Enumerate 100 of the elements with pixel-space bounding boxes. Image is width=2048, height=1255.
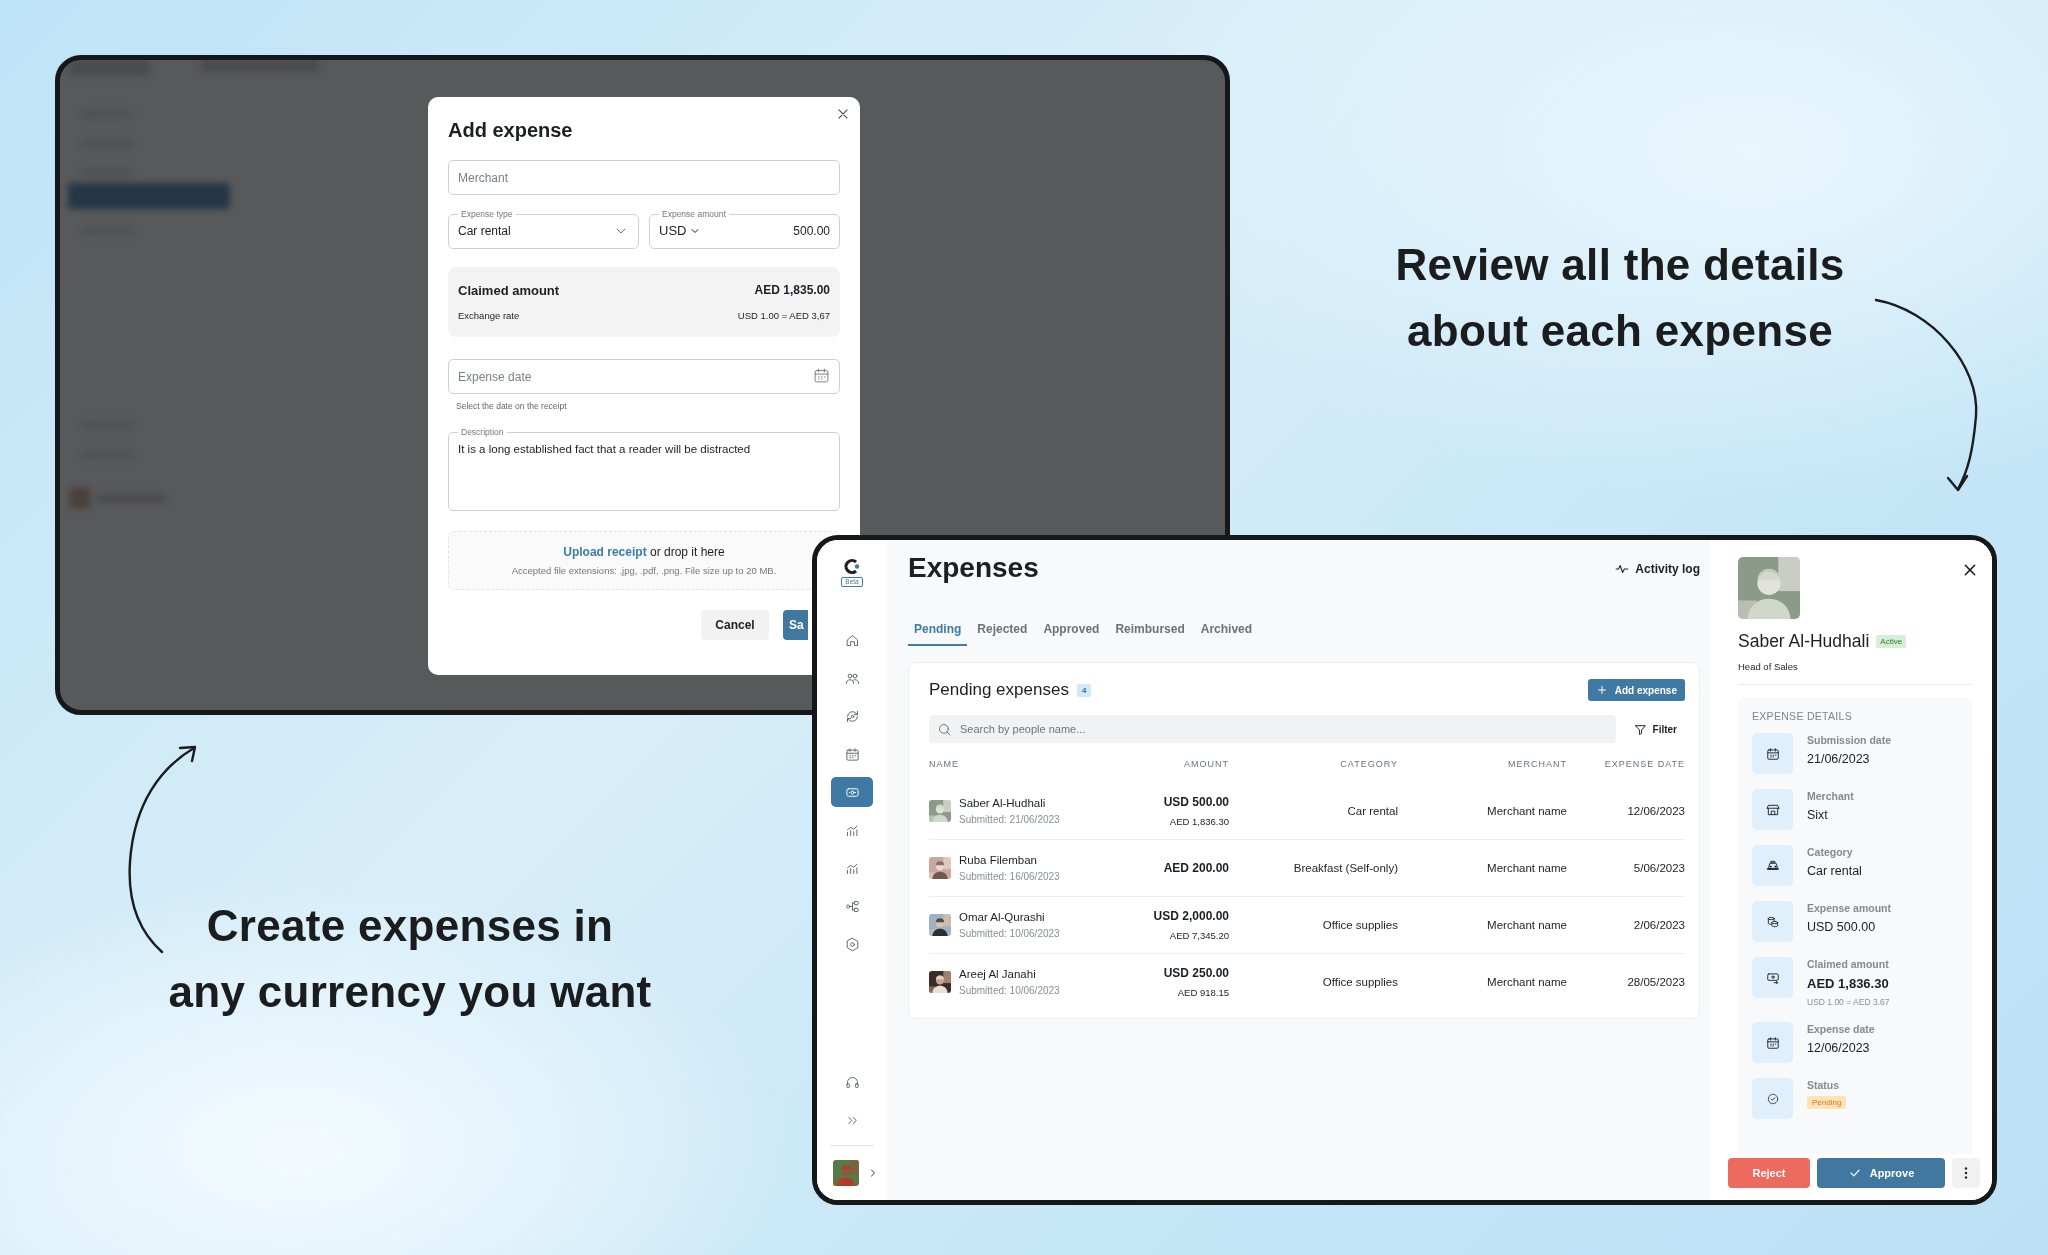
more-icon	[1964, 1167, 1968, 1179]
claimed-amount-label: Claimed amount	[458, 283, 561, 298]
save-button[interactable]: Sa	[783, 610, 808, 640]
status-badge: Pending	[1807, 1096, 1847, 1109]
tab[interactable]: Archived	[1194, 616, 1259, 646]
detail-value: 21/06/2023	[1807, 752, 1871, 766]
amount: AED 200.00	[1163, 861, 1229, 875]
submitted-date: Submitted: 10/06/2023	[959, 928, 1060, 939]
home-icon	[844, 632, 860, 648]
dialog-title: Add expense	[448, 119, 574, 142]
page-title: Expenses	[908, 552, 1039, 584]
person-name: Areej Al Janahi	[959, 968, 1037, 980]
amount: USD 500.00	[1163, 795, 1229, 809]
detail-label: Status	[1807, 1079, 1841, 1091]
exchange-rate: USD 1.00 = AED 3.67	[1807, 997, 1890, 1007]
close-icon	[836, 107, 850, 121]
upload-area[interactable]: Upload receipt or drop it here Accepted file extensions: .jpg, .pdf, .png. File size up to 20 MB.	[448, 531, 840, 590]
calendar-icon	[813, 366, 830, 384]
search-field[interactable]: Search by people name...	[929, 715, 1616, 743]
exchange-rate-value: USD 1.00 = AED 3,67	[737, 310, 830, 321]
table-cell: 28/05/2023	[1627, 976, 1685, 988]
cancel-button[interactable]: Cancel	[701, 610, 769, 640]
close-button[interactable]	[836, 107, 850, 121]
calendar-icon	[1765, 746, 1780, 761]
person-name: Saber Al-Hudhali	[1738, 631, 1870, 652]
detail-value: USD 500.00	[1807, 920, 1877, 934]
detail-value: AED 1,836.30	[1807, 976, 1890, 991]
add-expense-button[interactable]: Add expense	[1587, 679, 1685, 701]
search-icon	[937, 721, 952, 737]
claimed-amount-value: AED 1,835.00	[753, 283, 830, 298]
car-icon	[1765, 858, 1780, 873]
table-cell: Merchant name	[1487, 862, 1567, 874]
activity-log-button[interactable]: Activity log	[1615, 562, 1700, 576]
headline: Review all the details about each expense	[1394, 239, 1846, 357]
more-button[interactable]	[1952, 1158, 1980, 1188]
table-cell: Office supplies	[1322, 919, 1398, 931]
detail-value: Sixt	[1807, 808, 1829, 822]
upload-note: Accepted file extensions: .jpg, .pdf, .png. File size up to 20 MB.	[510, 565, 778, 576]
count-badge: 4	[1076, 683, 1092, 697]
table-cell: Merchant name	[1487, 976, 1567, 988]
tab[interactable]: Rejected	[971, 616, 1034, 646]
detail-value: 12/06/2023	[1807, 1041, 1871, 1055]
column-header: AMOUNT	[1183, 758, 1229, 771]
merchant-field[interactable]: Merchant	[448, 160, 840, 195]
person-name: Omar Al-Qurashi	[959, 911, 1046, 923]
close-button[interactable]	[1962, 562, 1978, 578]
pulse-icon	[1615, 562, 1630, 576]
exchange-rate-label: Exchange rate	[458, 310, 521, 321]
nav-item[interactable]	[831, 777, 873, 807]
detail-value: Car rental	[1807, 864, 1862, 878]
calendar-icon	[1765, 1035, 1780, 1050]
store-icon	[1765, 802, 1780, 817]
status-icon	[1765, 1091, 1780, 1106]
settings-icon	[844, 936, 860, 952]
column-header: MERCHANT	[1507, 758, 1567, 771]
person-name: Ruba Filemban	[959, 854, 1038, 866]
approve-button[interactable]: Approve	[1817, 1158, 1945, 1188]
person-name: Saber Al-Hudhali	[959, 797, 1047, 809]
submitted-date: Submitted: 21/06/2023	[959, 814, 1060, 825]
close-icon	[1962, 562, 1978, 578]
detail-label: Expense date	[1807, 1023, 1875, 1035]
converted-amount: AED 1,836.30	[1169, 816, 1229, 827]
filter-button[interactable]: Filter	[1633, 722, 1685, 736]
column-header: EXPENSE DATE	[1603, 758, 1685, 771]
calendar-icon	[844, 746, 860, 762]
table-cell: Breakfast (Self-only)	[1293, 862, 1398, 874]
table-cell: 2/06/2023	[1633, 919, 1685, 931]
expense-amount-field[interactable]: Expense amount USD 500.00	[649, 209, 840, 249]
card-title: Pending expenses	[929, 680, 1069, 700]
detail-label: Category	[1807, 846, 1854, 858]
tab[interactable]: Pending	[908, 616, 968, 646]
logo-icon	[843, 558, 861, 575]
column-header: CATEGORY	[1339, 758, 1398, 771]
detail-label: Claimed amount	[1807, 958, 1890, 970]
headset-icon	[844, 1074, 860, 1090]
converted-amount: AED 7,345.20	[1169, 930, 1229, 941]
table-cell: Car rental	[1347, 805, 1398, 817]
section-heading: EXPENSE DETAILS	[1752, 710, 1853, 722]
table-cell: Merchant name	[1487, 805, 1567, 817]
upload-link[interactable]: Upload receipt	[563, 545, 647, 559]
tab[interactable]: Approved	[1037, 616, 1106, 646]
submitted-date: Submitted: 16/06/2023	[959, 871, 1060, 882]
table-cell: Office supplies	[1322, 976, 1398, 988]
table-cell: 12/06/2023	[1627, 805, 1685, 817]
hierarchy-icon	[844, 898, 860, 914]
filter-icon	[1633, 722, 1647, 736]
detail-label: Expense amount	[1807, 902, 1892, 914]
submitted-date: Submitted: 10/06/2023	[959, 985, 1060, 996]
tab[interactable]: Reimbursed	[1109, 616, 1191, 646]
reject-button[interactable]: Reject	[1728, 1158, 1810, 1188]
converted-amount: AED 918.15	[1177, 987, 1229, 998]
amount: USD 2,000.00	[1153, 909, 1229, 923]
job-title: Head of Sales	[1738, 661, 1799, 672]
expense-date-field[interactable]: Expense date	[448, 359, 840, 394]
description-field[interactable]: Description It is a long established fact that a reader will be distracted	[448, 427, 840, 511]
plus-icon	[1595, 684, 1608, 696]
expense-type-select[interactable]: Expense type Car rental	[448, 209, 639, 249]
amount: USD 250.00	[1163, 966, 1229, 980]
detail-label: Submission date	[1807, 734, 1891, 746]
coins-icon	[1765, 914, 1780, 929]
